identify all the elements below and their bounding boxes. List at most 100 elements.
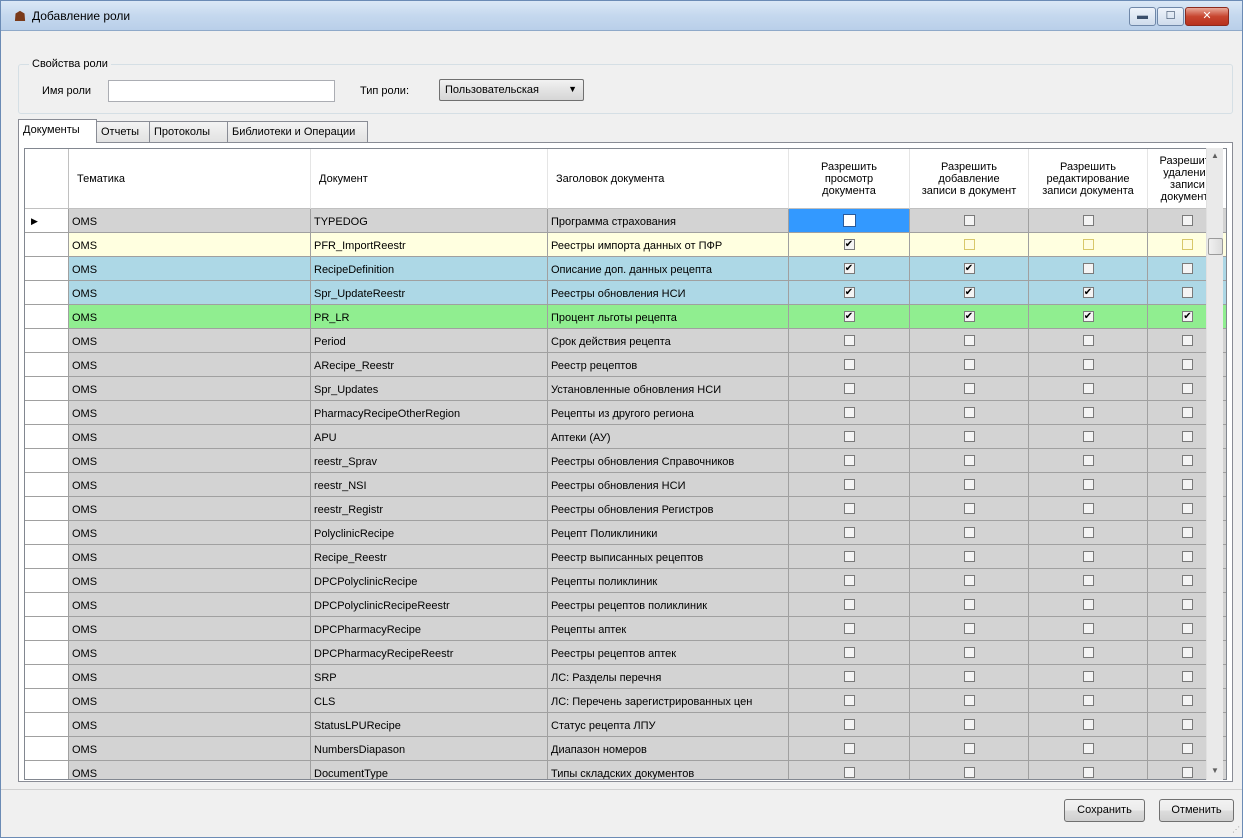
cell-theme[interactable]: OMS bbox=[69, 689, 311, 713]
column-header-3[interactable]: Разрешить просмотр документа bbox=[789, 149, 910, 209]
permission-checkbox[interactable] bbox=[1182, 575, 1193, 586]
permission-checkbox[interactable] bbox=[1182, 527, 1193, 538]
permission-checkbox[interactable] bbox=[1082, 575, 1094, 586]
permission-checkbox[interactable] bbox=[963, 359, 975, 370]
permission-checkbox[interactable] bbox=[1182, 599, 1193, 610]
cell-theme[interactable]: OMS bbox=[69, 281, 311, 305]
permission-checkbox[interactable] bbox=[963, 503, 975, 514]
table-row[interactable]: OMS PharmacyRecipeOtherRegion Рецепты из д… bbox=[25, 401, 1226, 425]
cell-title[interactable]: ЛС: Разделы перечня bbox=[548, 665, 789, 689]
cell-doc[interactable]: TYPEDOG bbox=[311, 209, 548, 233]
permission-checkbox[interactable] bbox=[963, 695, 975, 706]
row-header[interactable] bbox=[25, 257, 69, 281]
table-row[interactable]: OMS StatusLPURecipe Статус рецепта ЛПУ bbox=[25, 713, 1226, 737]
permission-checkbox[interactable] bbox=[1082, 551, 1094, 562]
cell-title[interactable]: Реестры обновления НСИ bbox=[548, 473, 789, 497]
permission-checkbox[interactable]: ✔ bbox=[1082, 287, 1094, 298]
cell-theme[interactable]: OMS bbox=[69, 569, 311, 593]
cell-theme[interactable]: OMS bbox=[69, 641, 311, 665]
cell-theme[interactable]: OMS bbox=[69, 737, 311, 761]
permission-checkbox[interactable]: ✔ bbox=[843, 311, 855, 322]
cell-title[interactable]: Статус рецепта ЛПУ bbox=[548, 713, 789, 737]
permission-checkbox[interactable] bbox=[1082, 335, 1094, 346]
row-header[interactable] bbox=[25, 281, 69, 305]
permission-checkbox[interactable] bbox=[843, 383, 855, 394]
cell-title[interactable]: Рецепты поликлиник bbox=[548, 569, 789, 593]
permission-checkbox[interactable] bbox=[963, 719, 975, 730]
table-row[interactable]: OMS DPCPolyclinicRecipe Рецепты поликлиник bbox=[25, 569, 1226, 593]
column-header-0[interactable]: Тематика bbox=[69, 149, 311, 209]
permission-checkbox[interactable] bbox=[963, 335, 975, 346]
permission-checkbox[interactable] bbox=[843, 719, 855, 730]
cell-doc[interactable]: reestr_NSI bbox=[311, 473, 548, 497]
cell-theme[interactable]: OMS bbox=[69, 401, 311, 425]
cell-theme[interactable]: OMS bbox=[69, 593, 311, 617]
tab-3[interactable]: Библиотеки и Операции bbox=[227, 121, 368, 143]
row-header[interactable] bbox=[25, 329, 69, 353]
permission-checkbox[interactable] bbox=[963, 527, 975, 538]
permission-checkbox[interactable] bbox=[843, 671, 855, 682]
permission-checkbox[interactable] bbox=[1182, 239, 1193, 250]
permission-checkbox[interactable] bbox=[843, 431, 855, 442]
row-header[interactable] bbox=[25, 305, 69, 329]
cell-theme[interactable]: OMS bbox=[69, 377, 311, 401]
row-header[interactable] bbox=[25, 497, 69, 521]
row-header[interactable] bbox=[25, 641, 69, 665]
permission-checkbox[interactable] bbox=[1182, 647, 1193, 658]
permission-checkbox[interactable] bbox=[1182, 503, 1193, 514]
row-header[interactable] bbox=[25, 401, 69, 425]
table-row[interactable]: ▶ OMS TYPEDOG Программа страхования bbox=[25, 209, 1226, 233]
permission-checkbox[interactable]: ✔ bbox=[963, 311, 975, 322]
cancel-button[interactable]: Отменить bbox=[1159, 799, 1234, 822]
cell-doc[interactable]: NumbersDiapason bbox=[311, 737, 548, 761]
permission-checkbox[interactable] bbox=[1082, 383, 1094, 394]
permission-checkbox[interactable] bbox=[963, 647, 975, 658]
permission-checkbox[interactable] bbox=[1182, 215, 1193, 226]
permission-checkbox[interactable]: ✔ bbox=[843, 287, 855, 298]
permission-checkbox[interactable] bbox=[1182, 359, 1193, 370]
role-type-select[interactable]: Пользовательская ▼ bbox=[439, 79, 584, 101]
permission-checkbox[interactable]: ✔ bbox=[1182, 311, 1193, 322]
permission-checkbox[interactable] bbox=[963, 743, 975, 754]
permission-checkbox[interactable] bbox=[963, 239, 975, 250]
permission-checkbox[interactable] bbox=[1082, 479, 1094, 490]
tab-1[interactable]: Отчеты bbox=[96, 121, 150, 143]
title-bar[interactable]: ☗ Добавление роли ▬ ☐ ✕ bbox=[1, 1, 1242, 31]
permission-checkbox[interactable] bbox=[1182, 455, 1193, 466]
cell-theme[interactable]: OMS bbox=[69, 257, 311, 281]
permission-checkbox[interactable] bbox=[1182, 671, 1193, 682]
permission-checkbox[interactable] bbox=[843, 479, 855, 490]
cell-title[interactable]: Реестры обновления Регистров bbox=[548, 497, 789, 521]
row-header[interactable] bbox=[25, 521, 69, 545]
permissions-grid[interactable]: Тематика Документ Заголовок документа Разре… bbox=[24, 148, 1227, 780]
cell-doc[interactable]: PolyclinicRecipe bbox=[311, 521, 548, 545]
cell-theme[interactable]: OMS bbox=[69, 305, 311, 329]
permission-checkbox[interactable] bbox=[1182, 407, 1193, 418]
close-button[interactable]: ✕ bbox=[1185, 7, 1229, 26]
table-row[interactable]: OMS ARecipe_Reestr Реестр рецептов bbox=[25, 353, 1226, 377]
minimize-button[interactable]: ▬ bbox=[1129, 7, 1156, 26]
cell-doc[interactable]: StatusLPURecipe bbox=[311, 713, 548, 737]
permission-checkbox[interactable] bbox=[1082, 743, 1094, 754]
permission-checkbox[interactable] bbox=[1082, 407, 1094, 418]
permission-checkbox[interactable] bbox=[843, 575, 855, 586]
cell-doc[interactable]: DPCPharmacyRecipeReestr bbox=[311, 641, 548, 665]
row-header[interactable]: ▶ bbox=[25, 209, 69, 233]
row-header[interactable] bbox=[25, 593, 69, 617]
permission-checkbox[interactable] bbox=[843, 527, 855, 538]
permission-checkbox[interactable] bbox=[1182, 263, 1193, 274]
cell-title[interactable]: Реестры рецептов аптек bbox=[548, 641, 789, 665]
cell-title[interactable]: Реестр рецептов bbox=[548, 353, 789, 377]
row-header[interactable] bbox=[25, 737, 69, 761]
cell-doc[interactable]: reestr_Registr bbox=[311, 497, 548, 521]
permission-checkbox[interactable] bbox=[1082, 767, 1094, 778]
permission-checkbox[interactable] bbox=[1082, 647, 1094, 658]
permission-checkbox[interactable]: ✔ bbox=[1082, 311, 1094, 322]
row-header[interactable] bbox=[25, 545, 69, 569]
table-row[interactable]: OMS Spr_UpdateReestr Реестры обновления НС… bbox=[25, 281, 1226, 305]
cell-title[interactable]: Установленные обновления НСИ bbox=[548, 377, 789, 401]
maximize-button[interactable]: ☐ bbox=[1157, 7, 1184, 26]
cell-title[interactable]: Реестры обновления Справочников bbox=[548, 449, 789, 473]
cell-doc[interactable]: APU bbox=[311, 425, 548, 449]
permission-checkbox[interactable] bbox=[963, 215, 975, 226]
